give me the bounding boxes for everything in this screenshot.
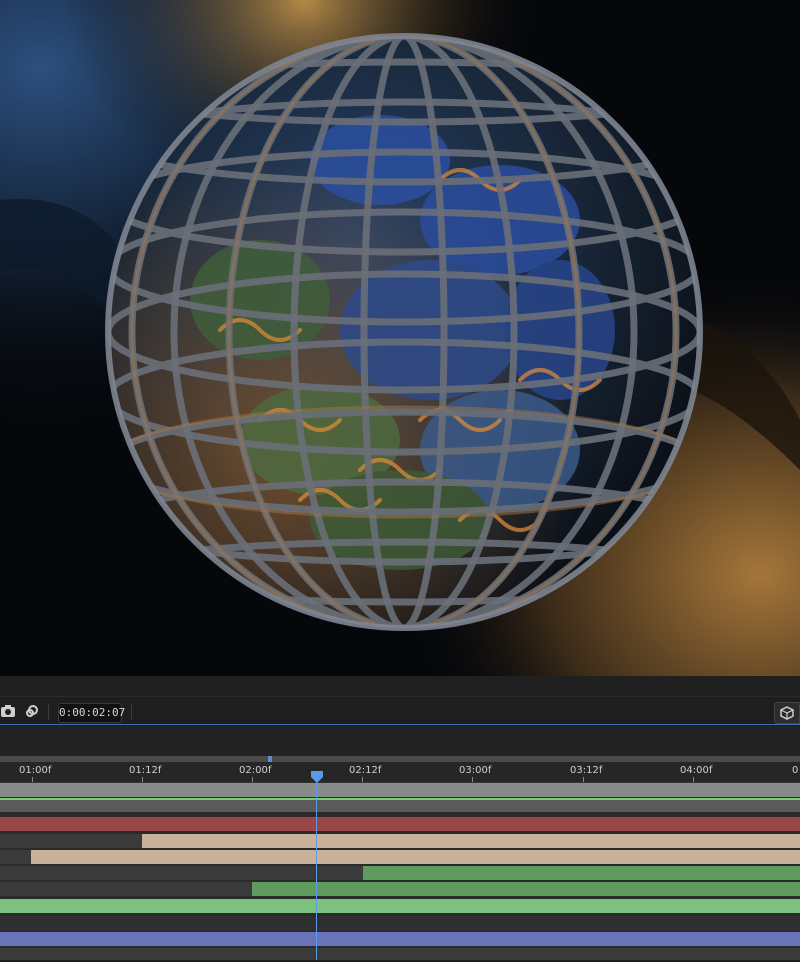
layer-bar-3[interactable] <box>0 817 800 831</box>
track-gap <box>0 916 800 930</box>
ruler-tick <box>252 777 253 782</box>
timeline-toolbar: 0:00:02:07 <box>0 676 800 726</box>
ruler-tick <box>32 777 33 782</box>
layer-bar-9[interactable] <box>0 932 800 946</box>
layer-duration-bar[interactable] <box>363 866 800 880</box>
ruler-label: 03:12f <box>570 765 603 776</box>
link-icon[interactable] <box>24 703 40 719</box>
layer-empty-span <box>0 866 363 880</box>
ruler-label: 02:00f <box>239 765 272 776</box>
playhead-line <box>316 778 317 960</box>
camera-icon[interactable] <box>0 703 16 719</box>
time-ruler[interactable]: 01:00f 01:12f 02:00f 02:12f 03:00f 03:12… <box>0 762 800 783</box>
ruler-tick <box>362 777 363 782</box>
layer-bar-9-gap <box>0 916 800 930</box>
current-time-display[interactable]: 0:00:02:07 <box>58 703 125 723</box>
layer-duration-bar[interactable] <box>0 783 800 797</box>
layer-empty-span <box>0 882 252 896</box>
layer-bar-1[interactable] <box>0 783 800 797</box>
ruler-label: 0 <box>792 765 799 776</box>
layer-bar-7[interactable] <box>0 882 800 896</box>
ruler-label: 04:00f <box>680 765 713 776</box>
rendered-sphere-frame <box>0 0 800 676</box>
ruler-label: 02:12f <box>349 765 382 776</box>
ruler-tick <box>142 777 143 782</box>
layer-duration-bar[interactable] <box>0 817 800 831</box>
toolbar-separator <box>131 704 132 720</box>
layer-bar-6[interactable] <box>0 866 800 880</box>
ruler-tick <box>472 777 473 782</box>
layer-empty-span <box>0 834 142 848</box>
layer-duration-bar[interactable] <box>0 800 800 812</box>
layer-empty-span <box>0 850 31 864</box>
panel-divider <box>0 676 800 697</box>
ruler-label: 01:12f <box>129 765 162 776</box>
layer-bar-8[interactable] <box>0 899 800 913</box>
toolbar-separator <box>48 704 49 720</box>
layer-duration-bar[interactable] <box>0 899 800 913</box>
layer-duration-bar[interactable] <box>142 834 800 848</box>
layer-duration-bar[interactable] <box>0 932 800 946</box>
ruler-label: 01:00f <box>19 765 52 776</box>
layer-empty-span <box>0 948 800 960</box>
layer-bar-5[interactable] <box>0 850 800 864</box>
layer-duration-bar[interactable] <box>252 882 800 896</box>
layer-bar-2[interactable] <box>0 798 800 812</box>
layer-tracks <box>0 783 800 960</box>
panel-focus-line <box>0 724 800 725</box>
ruler-tick <box>583 777 584 782</box>
layer-duration-bar[interactable] <box>31 850 800 864</box>
composition-viewer[interactable] <box>0 0 800 676</box>
playhead-handle[interactable] <box>311 768 323 783</box>
ruler-label: 03:00f <box>459 765 492 776</box>
layer-bar-4[interactable] <box>0 834 800 848</box>
ruler-tick <box>693 777 694 782</box>
cube-icon[interactable] <box>774 702 800 724</box>
